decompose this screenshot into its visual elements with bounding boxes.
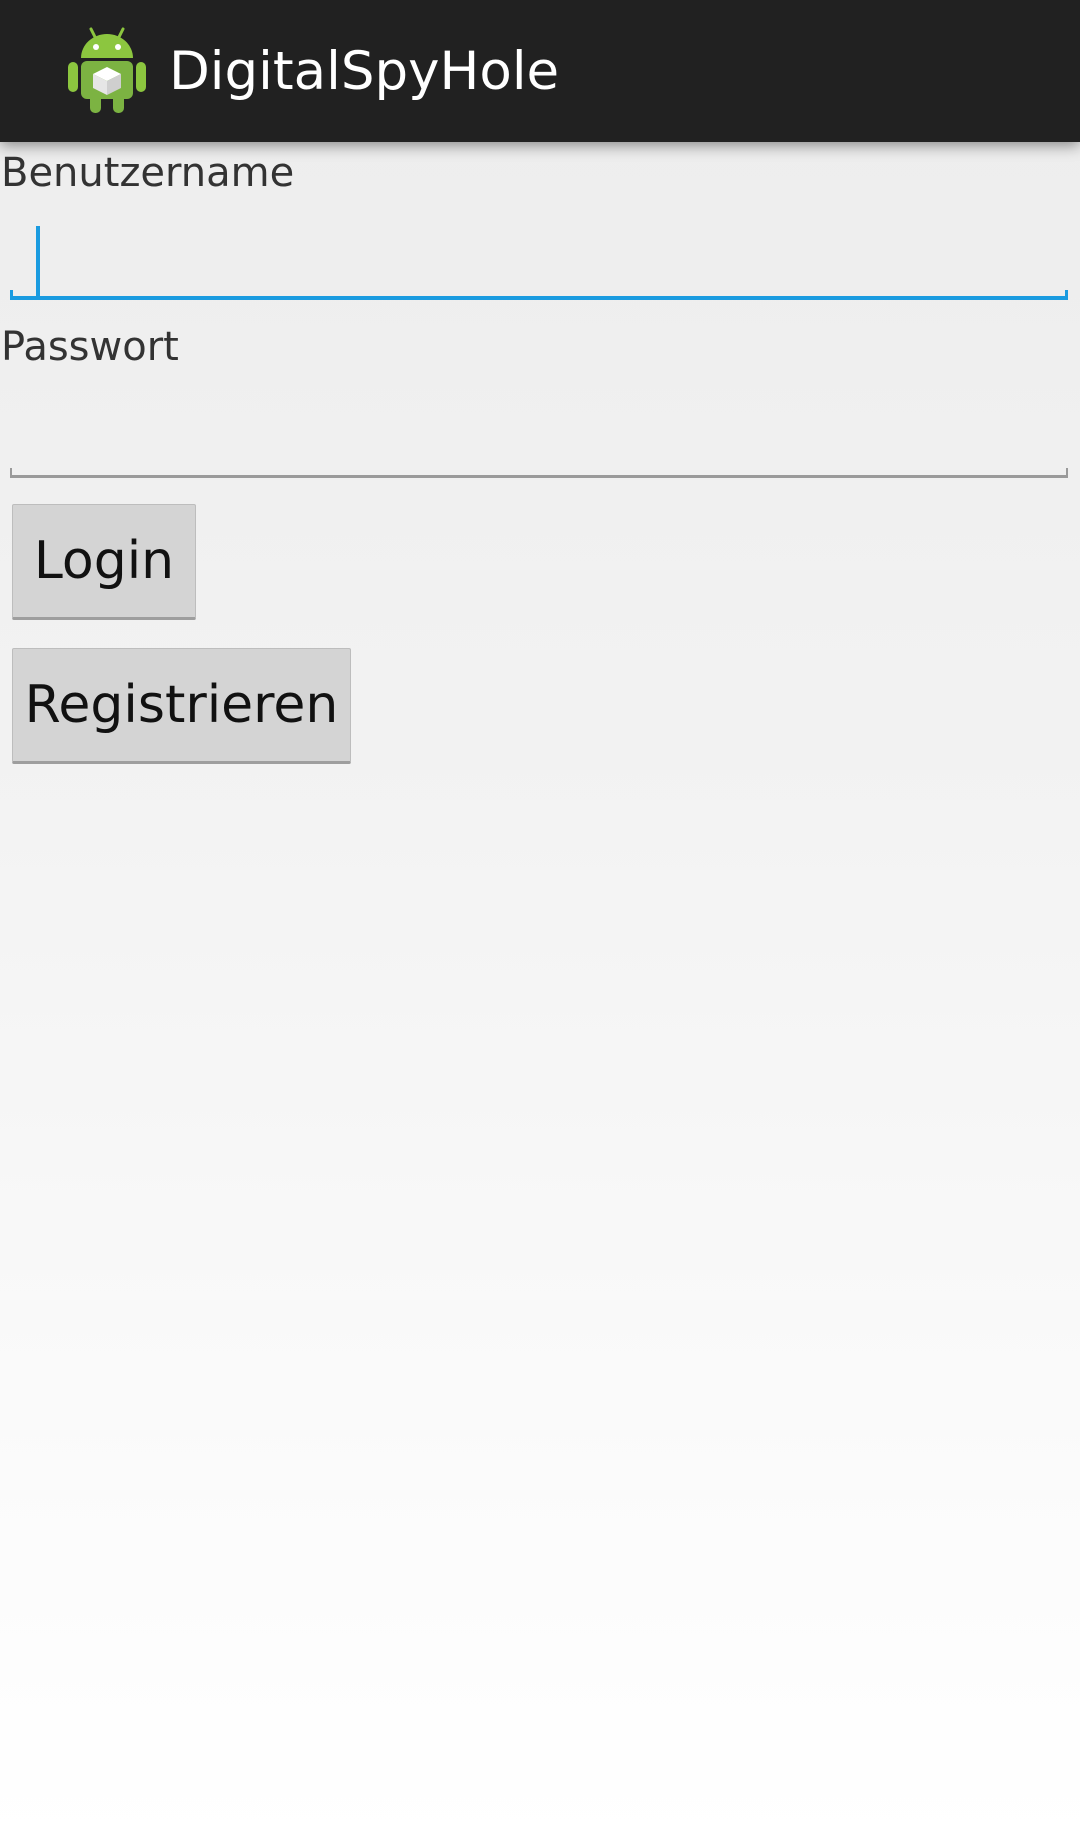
username-label: Benutzername [1, 150, 295, 196]
android-robot-icon[interactable] [68, 25, 146, 113]
register-button[interactable]: Registrieren [12, 648, 351, 764]
password-field-container [10, 398, 1068, 478]
username-input[interactable] [10, 220, 1068, 300]
text-cursor [36, 226, 40, 298]
password-underline [10, 468, 1068, 478]
password-input[interactable] [10, 398, 1068, 478]
action-bar: DigitalSpyHole [0, 0, 1080, 142]
username-field-container [10, 220, 1068, 300]
password-label: Passwort [1, 324, 179, 370]
app-title: DigitalSpyHole [169, 41, 560, 102]
login-button[interactable]: Login [12, 504, 196, 620]
username-underline [10, 290, 1068, 300]
